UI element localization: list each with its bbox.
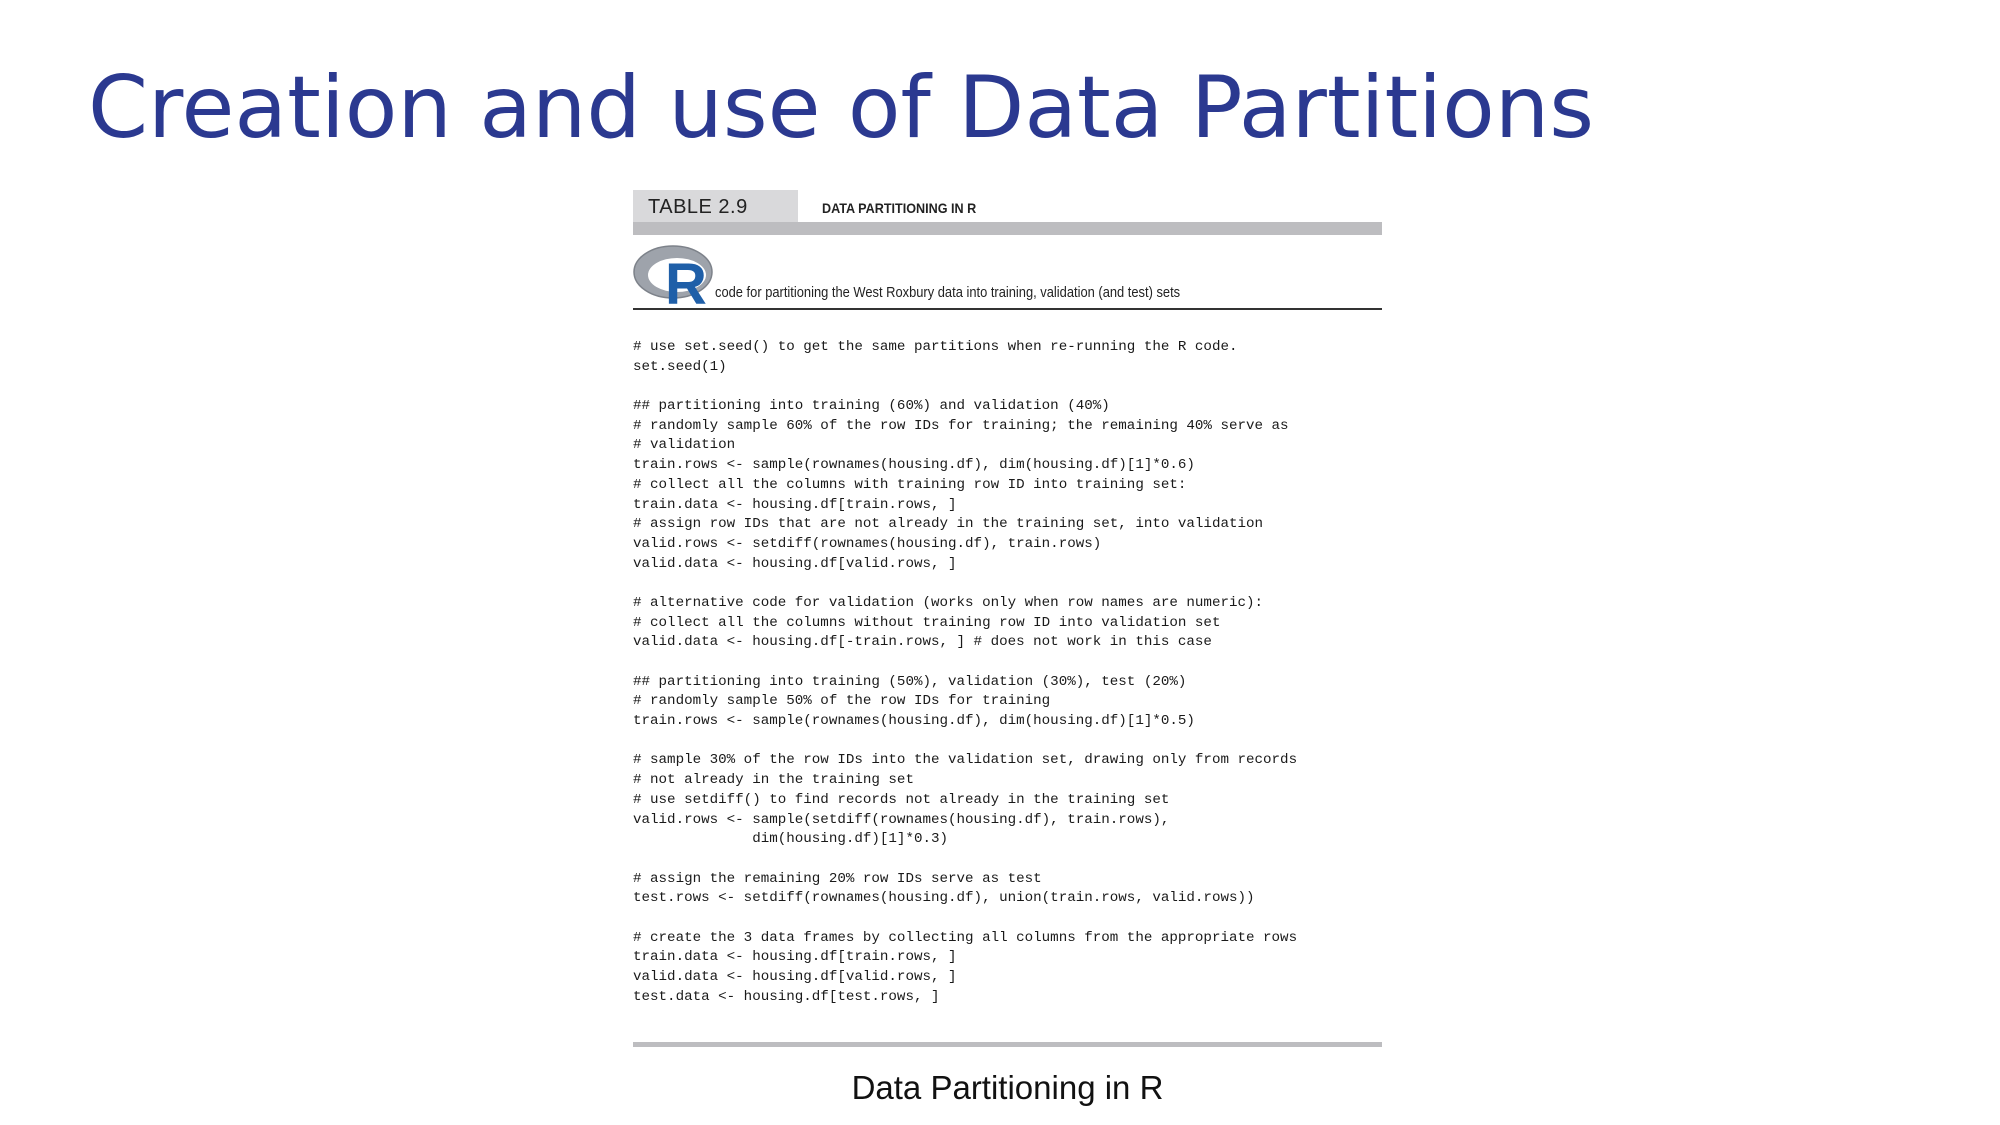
code-line: # use set.seed() to get the same partiti… <box>633 339 1238 355</box>
code-line: valid.rows <- sample(setdiff(rownames(ho… <box>633 811 1170 828</box>
r-logo-icon: R <box>633 245 713 306</box>
r-logo-letter: R <box>665 252 707 306</box>
slide-title: Creation and use of Data Partitions <box>88 58 1595 158</box>
code-line: # randomly sample 50% of the row IDs for… <box>633 693 1051 710</box>
code-caption: code for partitioning the West Roxbury d… <box>715 284 1181 301</box>
table-figure: TABLE 2.9 DATA PARTITIONING IN R R code … <box>633 190 1382 1050</box>
code-line: train.data <- housing.df[train.rows, ] <box>633 949 957 966</box>
code-line: set.seed(1) <box>633 358 727 375</box>
code-line: # collect all the columns with training … <box>633 476 1187 493</box>
table-heading: DATA PARTITIONING IN R <box>822 200 977 216</box>
code-line: train.data <- housing.df[train.rows, ] <box>633 496 957 513</box>
table-header: TABLE 2.9 DATA PARTITIONING IN R <box>633 190 1382 224</box>
code-line: valid.data <- housing.df[valid.rows, ] <box>633 969 957 985</box>
bottom-divider-bar <box>633 1042 1382 1047</box>
code-line: valid.rows <- setdiff(rownames(housing.d… <box>633 535 1102 552</box>
code-line: test.rows <- setdiff(rownames(housing.df… <box>633 890 1255 907</box>
code-line: # collect all the columns without traini… <box>633 614 1221 631</box>
code-line: dim(housing.df)[1]*0.3) <box>633 831 949 848</box>
code-line: # sample 30% of the row IDs into the val… <box>633 752 1298 769</box>
code-line: valid.data <- housing.df[valid.rows, ] <box>633 555 957 572</box>
figure-caption: Data Partitioning in R <box>851 1069 1164 1106</box>
code-line: # create the 3 data frames by collecting… <box>633 929 1298 946</box>
header-divider-bar <box>633 222 1382 235</box>
caption-rule <box>633 308 1382 310</box>
code-line: train.rows <- sample(rownames(housing.df… <box>633 457 1195 474</box>
code-line: # validation <box>633 437 736 454</box>
code-line: # alternative code for validation (works… <box>633 594 1264 611</box>
code-line: valid.data <- housing.df[-train.rows, ] … <box>633 634 1212 651</box>
code-line: # assign row IDs that are not already in… <box>633 516 1264 533</box>
code-line: train.rows <- sample(rownames(housing.df… <box>633 713 1195 730</box>
code-line: # use setdiff() to find records not alre… <box>633 791 1170 808</box>
code-line: ## partitioning into training (60%) and … <box>633 398 1110 415</box>
code-line: # randomly sample 60% of the row IDs for… <box>633 417 1289 434</box>
table-number-label: TABLE 2.9 <box>633 190 798 224</box>
code-block: # use set.seed() to get the same partiti… <box>633 338 1297 1007</box>
code-line: test.data <- housing.df[test.rows, ] <box>633 988 940 1005</box>
code-line: # not already in the training set <box>633 772 914 789</box>
code-line: ## partitioning into training (50%), val… <box>633 673 1187 690</box>
code-line: # assign the remaining 20% row IDs serve… <box>633 870 1042 887</box>
